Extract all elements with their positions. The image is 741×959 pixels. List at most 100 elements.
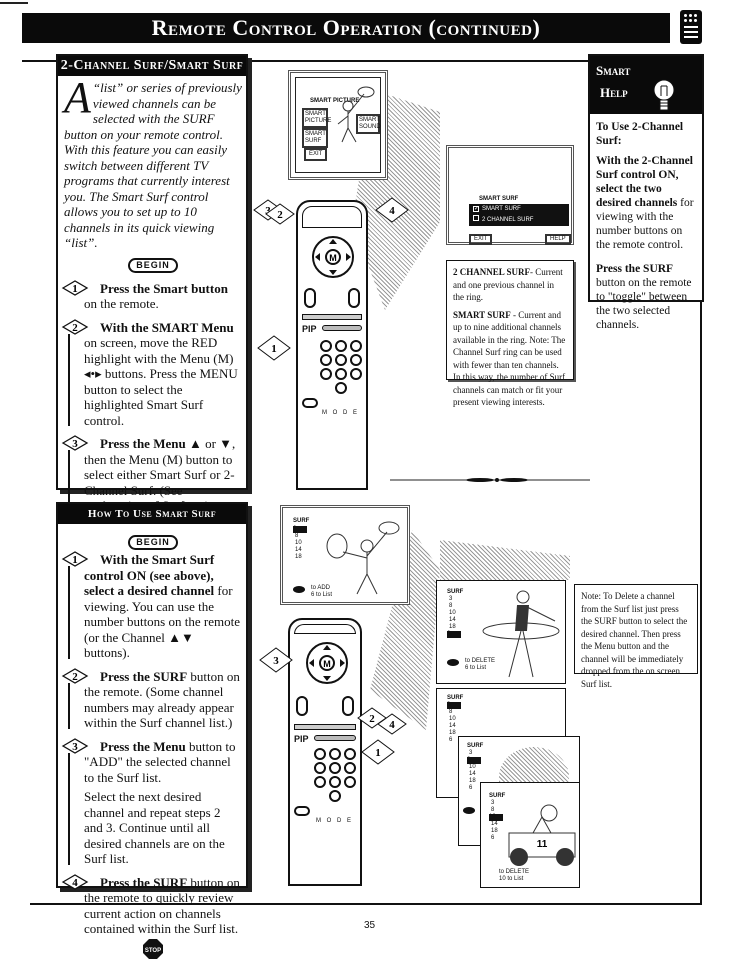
keypad-button[interactable]	[314, 762, 326, 774]
menu-dpad-icon: M	[312, 236, 354, 278]
keypad-button[interactable]	[320, 368, 332, 380]
keypad-button[interactable]	[344, 776, 356, 788]
step-2: 2 With the SMART Menu on screen, move th…	[61, 318, 242, 429]
step-4: 4 Press the SURF button on the remote to…	[61, 873, 242, 937]
step-number-diamond-icon: 1	[61, 551, 89, 567]
keypad-button[interactable]	[350, 340, 362, 352]
svg-text:3: 3	[273, 655, 279, 667]
two-channel-surf-panel: 2-Channel Surf/Smart Surf A “list” or se…	[56, 54, 248, 621]
function-button-row[interactable]	[294, 724, 356, 730]
section-heading: How To Use Smart Surf	[58, 504, 246, 524]
step-1: 1 Press the Smart button on the remote.	[61, 279, 242, 312]
keypad-button[interactable]	[329, 762, 341, 774]
svg-text:2: 2	[72, 322, 78, 334]
svg-text:2: 2	[277, 209, 283, 221]
svg-text:M: M	[329, 253, 337, 263]
exit-button[interactable]: EXIT	[469, 234, 493, 245]
callout-3-2-arrow-icon: 32	[253, 199, 295, 225]
callout-1-arrow-icon: 1	[257, 335, 291, 361]
vol-button[interactable]	[304, 288, 316, 308]
svg-text:4: 4	[389, 719, 395, 731]
surf-options-explanation: 2 CHANNEL SURF- Current and one previous…	[446, 260, 574, 407]
keypad-button[interactable]	[350, 354, 362, 366]
cheerleader-illustration	[326, 521, 400, 595]
keypad-button[interactable]	[335, 382, 347, 394]
menu-button-icon	[447, 659, 459, 666]
smart-help-panel: Smart Help To Use 2-Channel Surf: With t…	[588, 54, 704, 331]
remote-control-icon	[680, 10, 702, 44]
top-rule	[0, 2, 28, 4]
keypad-button[interactable]	[335, 354, 347, 366]
svg-text:4: 4	[72, 877, 78, 889]
surf-stack-screen-3: SURF 3 8 10 14 18 6 11 to DELETE 10 to L…	[480, 782, 580, 888]
step-number-diamond-icon: 2	[61, 667, 89, 684]
svg-text:1: 1	[375, 747, 381, 759]
option-2-channel-surf[interactable]: 2 CHANNEL SURF	[469, 215, 569, 224]
help-button[interactable]: HELP	[545, 234, 571, 245]
smart-help-p2: Press the SURF button on the remote to "…	[596, 263, 692, 331]
highlighted-channel: 6	[293, 526, 307, 533]
power-button[interactable]	[302, 398, 318, 408]
begin-badge: BEGIN	[128, 535, 178, 550]
surf-options-menu: ✓ SMART SURF 2 CHANNEL SURF	[469, 204, 569, 226]
svg-text:3: 3	[72, 741, 78, 753]
smart-help-subheading: To Use 2-Channel Surf:	[596, 121, 684, 147]
step-1: 1 With the Smart Surf control ON (see ab…	[61, 551, 242, 661]
keypad-button[interactable]	[314, 748, 326, 760]
smart-menu-screen: SMART PICTURE SMART PICTURE SMART SURF S…	[288, 70, 388, 180]
step-3: 3 Press the Menu button to "ADD" the sel…	[61, 737, 242, 867]
step-number-diamond-icon: 1	[61, 279, 89, 296]
keypad-button[interactable]	[344, 762, 356, 774]
svg-text:1: 1	[271, 343, 277, 355]
svg-text:1: 1	[72, 283, 78, 295]
keypad-button[interactable]	[320, 354, 332, 366]
ch-button[interactable]	[348, 288, 360, 308]
number-keypad	[320, 340, 363, 394]
smart-surf-option: SMART SURF	[302, 128, 328, 148]
smart-help-heading: Smart Help	[590, 56, 702, 114]
ch-button[interactable]	[342, 696, 354, 716]
keypad-button[interactable]	[320, 340, 332, 352]
lightbulb-icon	[653, 79, 675, 111]
svg-text:STOP: STOP	[145, 948, 161, 954]
cheerleader-illustration	[337, 86, 375, 143]
pip-label: PIP	[294, 734, 309, 744]
step-number-diamond-icon: 2	[61, 318, 89, 335]
menu-button-icon	[293, 586, 305, 593]
vol-button[interactable]	[296, 696, 308, 716]
step-number-diamond-icon: 4	[61, 873, 89, 890]
add-channel-screen: SURF 6 8 10 14 18 to ADD 6 to List	[280, 505, 410, 605]
exit-option: EXIT	[304, 148, 328, 161]
power-button[interactable]	[294, 806, 310, 816]
keypad-button[interactable]	[350, 368, 362, 380]
menu-dpad-icon: M	[306, 642, 348, 684]
svg-text:2: 2	[369, 713, 375, 725]
remote-control-illustration: M PIP M O D E	[296, 200, 368, 490]
keypad-button[interactable]	[329, 748, 341, 760]
svg-text:11: 11	[537, 839, 548, 850]
pip-button-bar[interactable]	[314, 735, 356, 741]
keypad-button[interactable]	[329, 776, 341, 788]
svg-text:M: M	[323, 659, 331, 669]
remote-control-illustration: M PIP M O D E	[288, 618, 362, 886]
stop-sign-icon: STOP	[143, 938, 163, 959]
smart-picture-option: SMART PICTURE	[302, 108, 331, 128]
keypad-button[interactable]	[335, 340, 347, 352]
highlighted-channel: 6	[447, 631, 461, 638]
keypad-button[interactable]	[329, 790, 341, 802]
keypad-button[interactable]	[314, 776, 326, 788]
pip-button-bar[interactable]	[322, 325, 362, 331]
option-smart-surf[interactable]: ✓ SMART SURF	[469, 204, 569, 215]
keypad-button[interactable]	[335, 368, 347, 380]
function-button-row[interactable]	[302, 314, 362, 320]
number-keypad	[314, 748, 357, 802]
dithered-beam	[440, 540, 570, 580]
keypad-button[interactable]	[344, 748, 356, 760]
svg-text:2: 2	[72, 671, 78, 683]
divider-ornament	[390, 478, 590, 482]
how-to-use-smart-surf-panel: How To Use Smart Surf BEGIN 1 With the S…	[56, 502, 248, 959]
page-title: Remote Control Operation (continued)	[22, 13, 670, 43]
step-2: 2 Press the SURF button on the remote. (…	[61, 667, 242, 731]
hula-hoop-illustration	[482, 590, 560, 678]
page-number: 35	[364, 920, 376, 931]
